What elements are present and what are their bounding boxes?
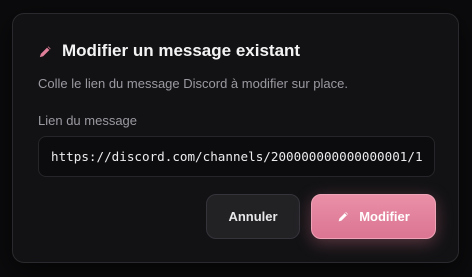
dialog-header: Modifier un message existant [38, 41, 300, 61]
edit-message-dialog: Modifier un message existant Colle le li… [12, 13, 459, 263]
message-link-label: Lien du message [38, 113, 138, 128]
modify-button-label: Modifier [359, 209, 410, 224]
dialog-title: Modifier un message existant [62, 41, 301, 60]
message-link-input[interactable] [38, 136, 435, 177]
cancel-button[interactable]: Annuler [206, 194, 300, 239]
pencil-icon [38, 44, 53, 59]
pencil-icon [337, 210, 359, 223]
cancel-button-label: Annuler [228, 209, 278, 224]
modify-button[interactable]: Modifier [311, 194, 436, 239]
dialog-description: Colle le lien du message Discord à modif… [38, 76, 348, 91]
